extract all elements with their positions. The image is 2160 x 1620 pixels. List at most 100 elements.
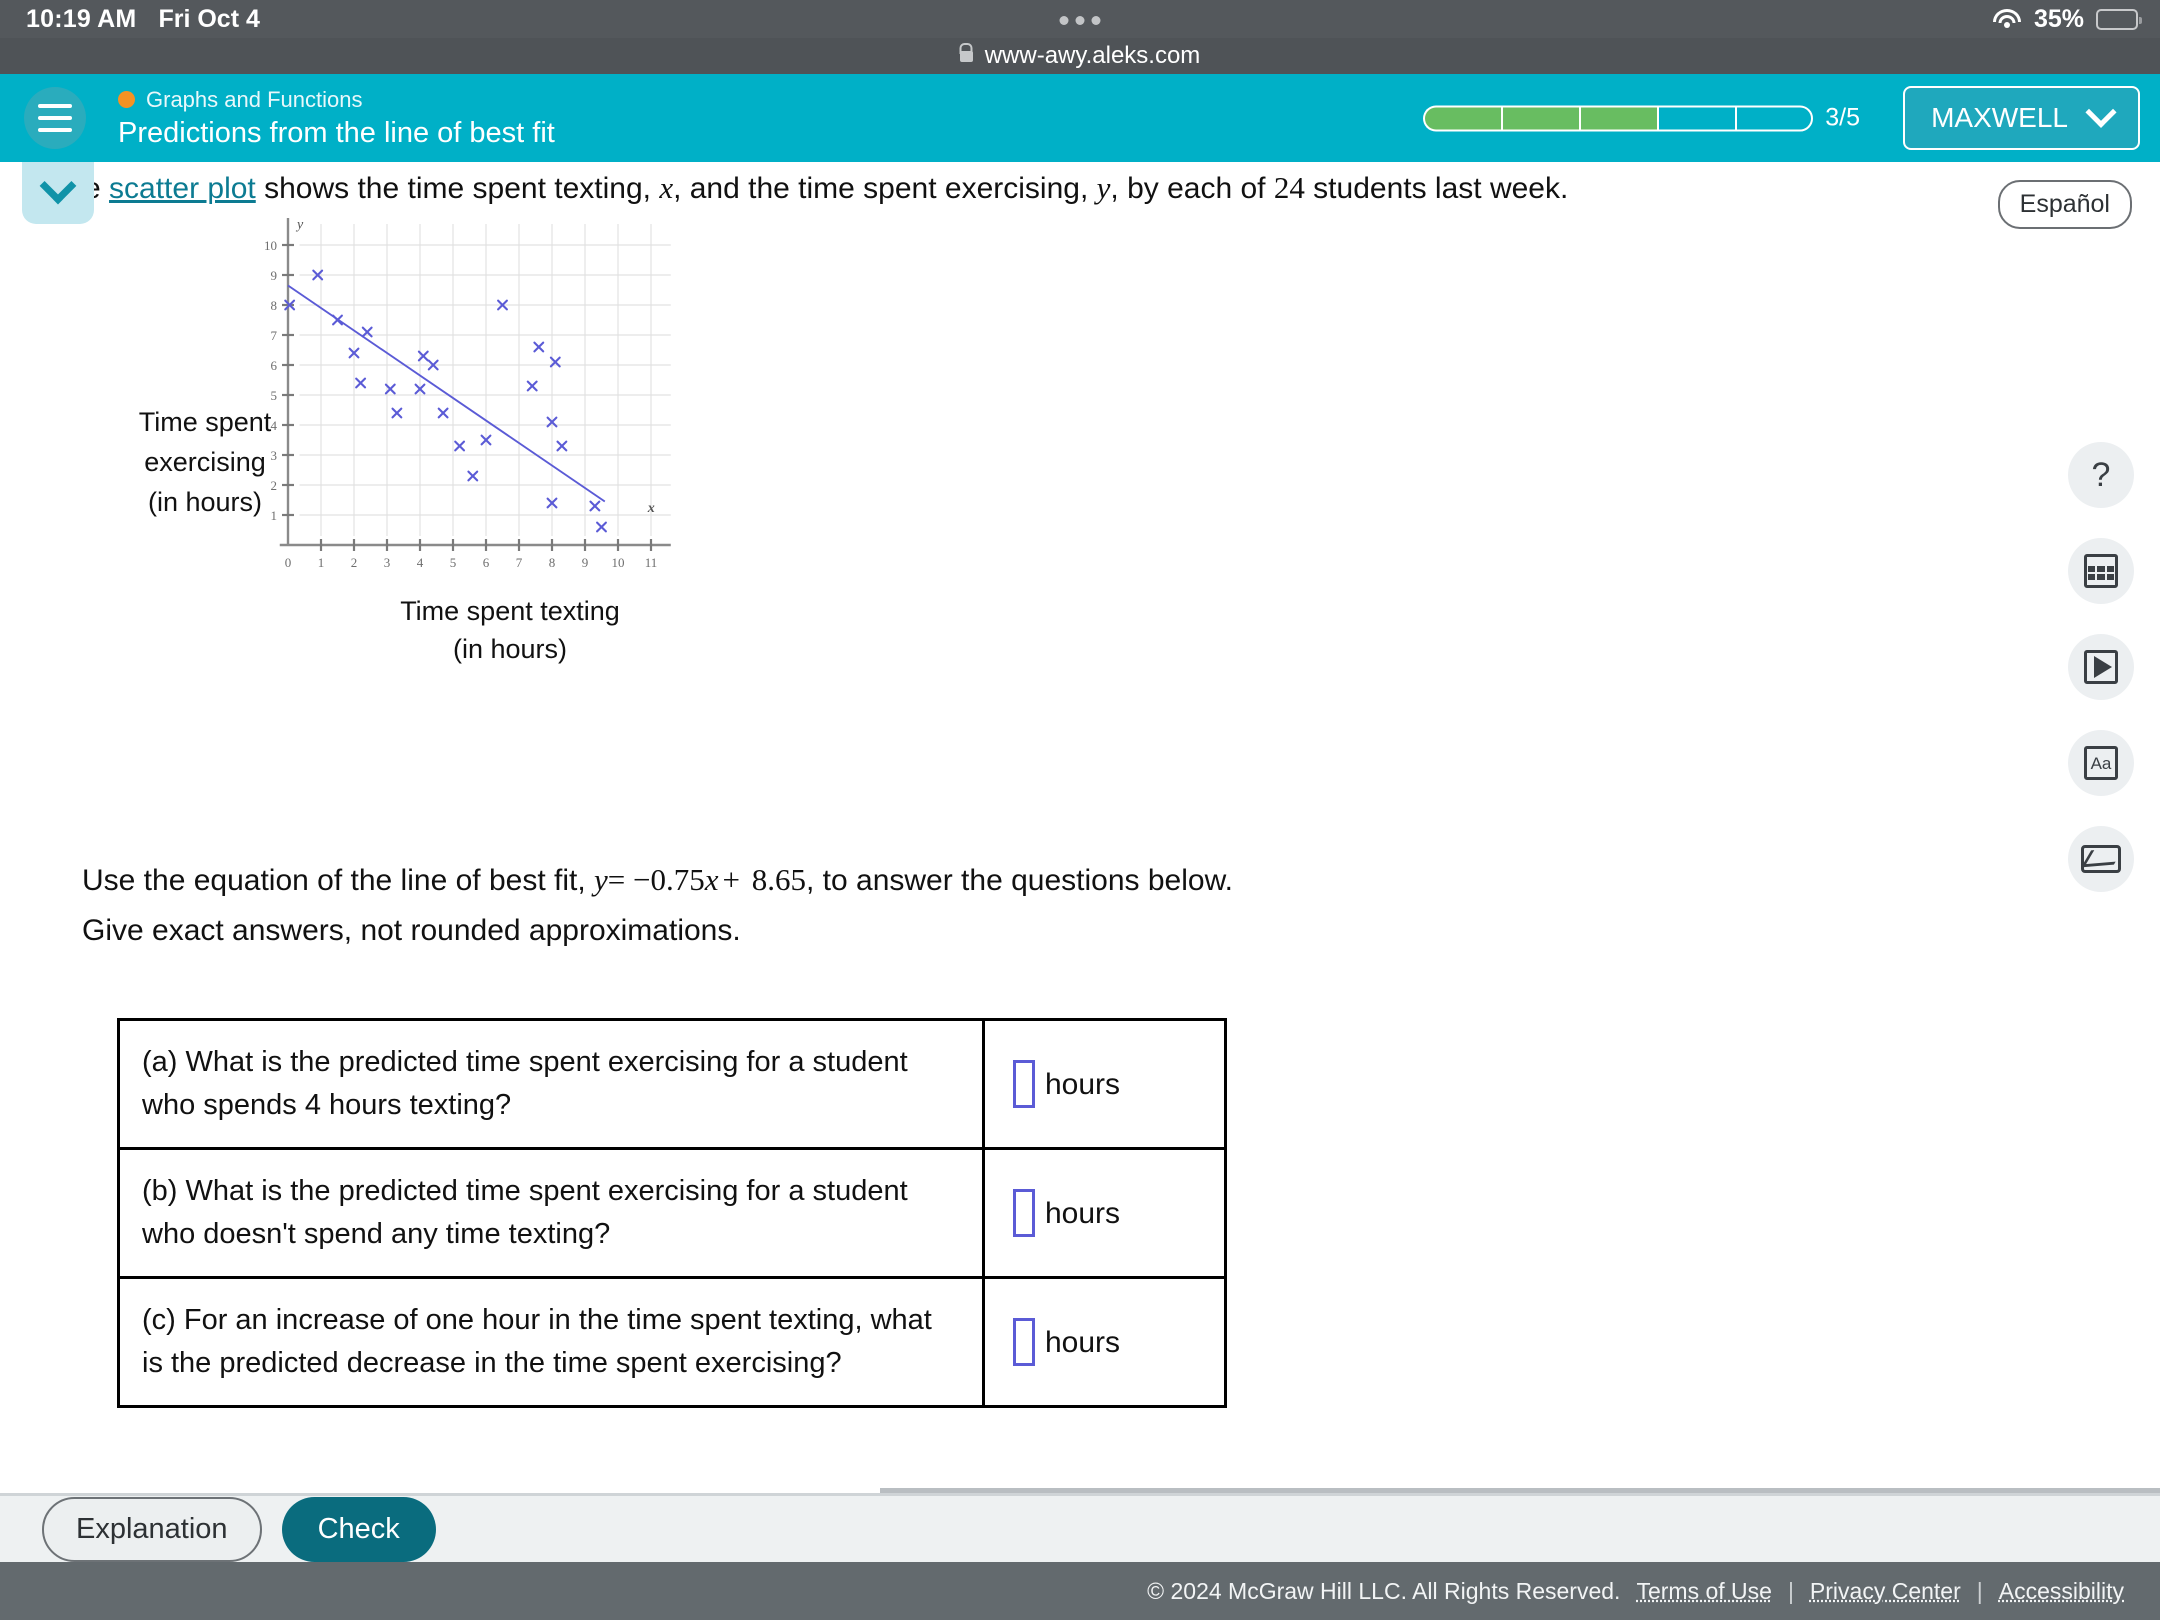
svg-text:8: 8 xyxy=(549,555,556,570)
svg-text:6: 6 xyxy=(483,555,490,570)
tab-overview-dots-icon[interactable] xyxy=(1059,16,1101,25)
answer-unit-c: hours xyxy=(1045,1325,1121,1359)
svg-text:2: 2 xyxy=(271,478,278,493)
video-button[interactable] xyxy=(2068,634,2134,700)
equation-plus: + xyxy=(722,862,748,897)
svg-text:1: 1 xyxy=(271,508,278,523)
svg-text:5: 5 xyxy=(271,388,278,403)
prompt-mid-1: shows the time spent texting, xyxy=(255,172,660,205)
chevron-down-icon xyxy=(39,167,77,205)
battery-percentage: 35% xyxy=(2033,4,2084,33)
footer-separator: | xyxy=(1787,1577,1794,1604)
equation-operator: = − xyxy=(607,862,651,897)
check-button[interactable]: Check xyxy=(281,1496,436,1562)
x-axis-label-unit: (in hours) xyxy=(452,634,568,664)
progress-segment xyxy=(1579,105,1658,131)
font-size-icon: Aa xyxy=(2084,746,2118,780)
question-cell-b: (b) What is the predicted time spent exe… xyxy=(117,1147,985,1279)
svg-text:4: 4 xyxy=(417,555,424,570)
language-label: Español xyxy=(2019,190,2110,218)
scatter-plot-svg: 1 2 3 4 5 6 7 8 9 10 0 1 2 3 4 5 6 7 8 9 10 11 y x xyxy=(264,218,671,570)
status-time: 10:19 AM xyxy=(26,4,137,33)
variable-y: y xyxy=(1096,170,1111,205)
progress-segment xyxy=(1423,105,1502,131)
header-titles: Graphs and Functions Predictions from th… xyxy=(118,87,555,150)
answer-cell-b: hours xyxy=(982,1147,1227,1279)
x-axis-label-text: Time spent texting xyxy=(400,596,620,626)
scatter-plot-link[interactable]: scatter plot xyxy=(109,172,256,205)
language-toggle-button[interactable]: Español xyxy=(1997,180,2132,229)
table-row: (c) For an increase of one hour in the t… xyxy=(117,1276,1227,1408)
question-cell-a: (a) What is the predicted time spent exe… xyxy=(117,1018,985,1150)
calculator-button[interactable] xyxy=(2068,538,2134,604)
question-mark-icon: ? xyxy=(2091,455,2111,494)
answer-input-c[interactable] xyxy=(1013,1318,1035,1366)
svg-text:0: 0 xyxy=(285,555,292,570)
progress-indicator: 3/5 xyxy=(1423,104,1860,133)
help-button[interactable]: ? xyxy=(2068,442,2134,508)
browser-url-bar[interactable]: www-awy.aleks.com xyxy=(0,16,2160,74)
url-text: www-awy.aleks.com xyxy=(984,42,1201,69)
hamburger-menu-icon[interactable] xyxy=(24,87,86,149)
copyright-text: © 2024 McGraw Hill LLC. All Rights Reser… xyxy=(1147,1577,1621,1604)
variable-x: x xyxy=(659,170,674,205)
calculator-icon xyxy=(2084,554,2118,588)
equation-variable: x xyxy=(704,862,719,897)
equation-suffix: , to answer the questions below. xyxy=(805,864,1233,897)
svg-text:9: 9 xyxy=(271,268,278,283)
svg-text:x: x xyxy=(647,501,655,516)
x-axis-label: Time spent texting (in hours) xyxy=(290,592,730,668)
answer-input-b[interactable] xyxy=(1013,1189,1035,1237)
accessibility-link[interactable]: Accessibility xyxy=(1999,1578,2124,1605)
svg-text:6: 6 xyxy=(271,358,278,373)
battery-icon xyxy=(2096,8,2142,30)
svg-text:4: 4 xyxy=(271,418,278,433)
question-cell-c: (c) For an increase of one hour in the t… xyxy=(117,1276,985,1408)
wifi-icon xyxy=(1992,8,2022,30)
scatter-plot-figure: Time spent exercising (in hours) Time sp… xyxy=(0,217,1000,837)
svg-text:7: 7 xyxy=(271,328,278,343)
progress-segment xyxy=(1501,105,1580,131)
progress-bar xyxy=(1423,105,1814,131)
answer-cell-c: hours xyxy=(982,1276,1227,1408)
lock-icon xyxy=(959,50,973,62)
answer-unit-a: hours xyxy=(1045,1067,1121,1101)
explanation-button[interactable]: Explanation xyxy=(42,1496,262,1562)
equation-y: y xyxy=(594,862,608,897)
question-content-area: Español e scatter plot shows the time sp… xyxy=(0,162,2160,1493)
svg-text:1: 1 xyxy=(318,555,325,570)
terms-of-use-link[interactable]: Terms of Use xyxy=(1636,1578,1771,1605)
font-size-button[interactable]: Aa xyxy=(2068,730,2134,796)
progress-count: 3/5 xyxy=(1825,103,1860,132)
svg-text:7: 7 xyxy=(516,555,523,570)
answer-unit-b: hours xyxy=(1045,1196,1121,1230)
collapse-panel-button[interactable] xyxy=(22,162,94,224)
scatter-plot-canvas: 1 2 3 4 5 6 7 8 9 10 0 1 2 3 4 5 6 7 8 9 10 11 y x xyxy=(250,217,710,592)
svg-text:3: 3 xyxy=(271,448,278,463)
svg-text:10: 10 xyxy=(612,555,625,570)
table-row: (a) What is the predicted time spent exe… xyxy=(117,1018,1227,1150)
svg-text:8: 8 xyxy=(271,298,278,313)
svg-text:9: 9 xyxy=(582,555,589,570)
answer-input-a[interactable] xyxy=(1013,1060,1035,1108)
topic-label: Graphs and Functions xyxy=(146,86,363,112)
status-right-cluster: 35% xyxy=(1992,0,2142,38)
questions-table: (a) What is the predicted time spent exe… xyxy=(117,1018,1227,1408)
equation-intercept: 8.65 xyxy=(751,862,806,897)
message-button[interactable] xyxy=(2068,826,2134,892)
tool-rail: ? Aa xyxy=(2068,442,2134,892)
best-fit-equation-line: Use the equation of the line of best fit… xyxy=(82,862,1233,898)
status-date: Fri Oct 4 xyxy=(158,4,260,33)
prompt-end: students last week. xyxy=(1304,172,1569,205)
user-menu-button[interactable]: MAXWELL xyxy=(1903,86,2140,150)
equation-prefix: Use the equation of the line of best fit… xyxy=(82,864,594,897)
progress-segment xyxy=(1735,105,1814,131)
answer-cell-a: hours xyxy=(982,1018,1227,1150)
header-topic: Graphs and Functions xyxy=(118,87,555,113)
exact-answer-note: Give exact answers, not rounded approxim… xyxy=(82,914,741,947)
equation-slope: 0.75 xyxy=(650,862,705,897)
page-title: Predictions from the line of best fit xyxy=(118,116,555,149)
svg-text:5: 5 xyxy=(450,555,457,570)
user-name-label: MAXWELL xyxy=(1931,102,2068,133)
privacy-center-link[interactable]: Privacy Center xyxy=(1810,1578,1961,1605)
